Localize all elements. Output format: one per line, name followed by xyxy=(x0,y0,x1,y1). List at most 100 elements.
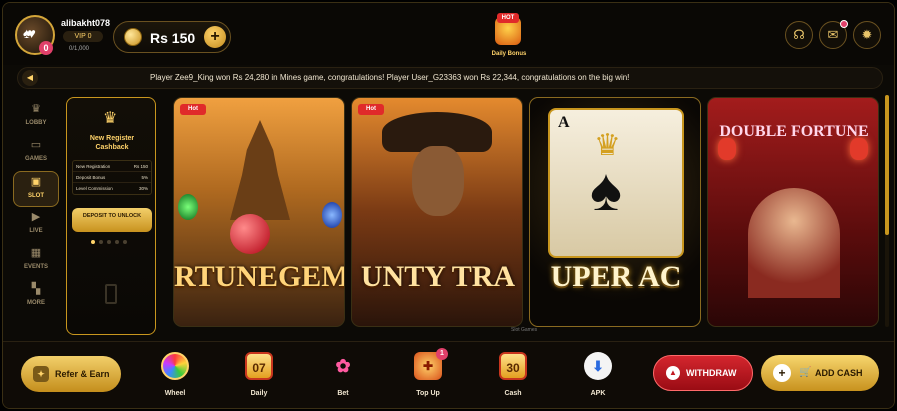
hot-badge: HOT xyxy=(497,13,519,23)
gear-icon: ✹ xyxy=(861,27,873,42)
sidebar-item-label: GAMES xyxy=(24,156,47,162)
megaphone-icon: ◀ xyxy=(22,70,38,86)
game-title: UPER AC xyxy=(550,260,682,293)
carousel-dots[interactable] xyxy=(91,240,127,244)
notification-badge: 1 xyxy=(436,348,448,360)
arrow-up-icon: ▲ xyxy=(666,366,680,380)
ace-letter: A xyxy=(558,114,570,131)
tool-label: Bet xyxy=(337,390,349,397)
hot-badge: Hot xyxy=(180,104,206,115)
calendar-icon: ▦ xyxy=(30,247,42,259)
slot-icon: ▣ xyxy=(30,176,42,188)
promo-row-value: 30% xyxy=(138,186,148,191)
winner-ticker: ◀ Player Zee9_King won Rs 24,280 in Mine… xyxy=(17,67,883,89)
promo-row-label: Level Commission xyxy=(76,186,113,191)
game-card-fortune-gems[interactable]: Hot RTUNEGEM xyxy=(173,97,345,327)
daily-bonus-label: Daily Bonus xyxy=(491,51,527,57)
daily-button[interactable]: 07 Daily xyxy=(239,350,279,406)
bottom-bar: ✦ Refer & Earn Wheel 07 Daily ✿ Bet ✚ 1 … xyxy=(3,341,894,408)
sidebar-item-events[interactable]: ▦ EVENTS xyxy=(13,243,59,279)
sidebar-item-lobby[interactable]: ♛ LOBBY xyxy=(13,99,59,135)
temple-art xyxy=(230,120,290,220)
balance-pill[interactable]: Rs 150 + xyxy=(113,21,231,53)
game-card-double-fortune[interactable]: DOUBLE FORTUNE xyxy=(707,97,879,327)
cowboy-face-art xyxy=(412,146,464,216)
blue-gem-art xyxy=(322,202,342,228)
sidebar-item-label: LOBBY xyxy=(25,120,47,126)
tool-label: APK xyxy=(590,390,606,397)
wheel-button[interactable]: Wheel xyxy=(155,350,195,406)
carousel-dot[interactable] xyxy=(107,240,111,244)
bet-icon: ✿ xyxy=(335,356,351,376)
vip-badge[interactable]: VIP 0 xyxy=(63,31,103,42)
cashback-promo-card[interactable]: ♛ New Register Cashback New Registration… xyxy=(66,97,156,335)
sidebar-item-more[interactable]: ▚ MORE xyxy=(13,279,59,315)
add-balance-button[interactable]: + xyxy=(204,26,226,48)
game-title: RTUNEGEM xyxy=(174,260,345,293)
scrollbar-thumb[interactable] xyxy=(885,95,889,235)
sidebar-item-label: MORE xyxy=(27,300,45,306)
tool-label: Daily xyxy=(250,390,268,397)
mail-icon: ✉ xyxy=(827,27,839,42)
bet-button[interactable]: ✿ Bet xyxy=(323,350,363,406)
carousel-dot[interactable] xyxy=(123,240,127,244)
username: alibakht078 xyxy=(61,18,111,28)
promo-row-label: New Registration xyxy=(76,164,111,169)
mail-button[interactable]: ✉ xyxy=(819,20,848,49)
game-title: DOUBLE FORTUNE xyxy=(719,124,869,140)
withdraw-label: WITHDRAW xyxy=(686,368,737,378)
refer-earn-button[interactable]: ✦ Refer & Earn xyxy=(21,356,121,392)
game-scrollbar[interactable] xyxy=(885,95,889,327)
top-up-button[interactable]: ✚ 1 Top Up xyxy=(408,348,448,406)
crown-icon: ♛ xyxy=(31,103,41,115)
grid-icon: ▚ xyxy=(31,283,41,295)
promo-table: New Registration Rs 150 Deposit Bonus 5%… xyxy=(72,160,152,195)
add-cash-label: ADD CASH xyxy=(815,368,863,378)
carousel-dot[interactable] xyxy=(91,240,95,244)
calendar-icon: 07 xyxy=(245,352,273,380)
add-cash-button[interactable]: + 🛒 ADD CASH xyxy=(761,355,879,391)
app-frame: ♠♥ 0 alibakht078 VIP 0 0/1,000 Rs 150 + … xyxy=(2,2,895,409)
withdraw-button[interactable]: ▲ WITHDRAW xyxy=(653,355,753,391)
green-gem-art xyxy=(178,194,198,220)
sidebar-item-live[interactable]: ▶ LIVE xyxy=(13,207,59,243)
game-card-super-ace[interactable]: A ♛ ♠ UPER AC xyxy=(529,97,701,327)
carousel-dot[interactable] xyxy=(115,240,119,244)
red-gem-art xyxy=(230,214,270,254)
game-card-bounty-trail[interactable]: Hot UNTY TRA xyxy=(351,97,523,327)
refer-earn-label: Refer & Earn xyxy=(55,369,110,379)
promo-row: Deposit Bonus 5% xyxy=(73,172,151,183)
tool-label: Top Up xyxy=(416,390,440,397)
deposit-to-unlock-button[interactable]: DEPOSIT TO UNLOCK xyxy=(72,208,152,232)
header: ♠♥ 0 alibakht078 VIP 0 0/1,000 Rs 150 + … xyxy=(3,3,894,65)
sidebar-item-label: SLOT xyxy=(28,193,44,199)
promo-title: New Register Cashback xyxy=(89,135,135,151)
avatar-badge: 0 xyxy=(39,41,53,55)
spade-icon: ♠ xyxy=(590,156,622,223)
promo-row-value: Rs 150 xyxy=(133,164,148,169)
lantern-art xyxy=(850,138,868,160)
promo-row: Level Commission 30% xyxy=(73,183,151,194)
carousel-dot[interactable] xyxy=(99,240,103,244)
support-button[interactable]: ☊ xyxy=(785,21,813,49)
apk-button[interactable]: ⬇ APK xyxy=(578,350,618,406)
plus-icon: + xyxy=(773,364,791,382)
headset-icon: ☊ xyxy=(793,27,805,42)
cards-icon: ♠♥ xyxy=(23,25,36,41)
gamepad-icon: ▭ xyxy=(30,139,42,151)
cash-button[interactable]: 30 Cash xyxy=(493,350,533,406)
daily-bonus-button[interactable]: HOT Daily Bonus xyxy=(487,11,531,61)
sidebar-item-games[interactable]: ▭ GAMES xyxy=(13,135,59,171)
sidebar-item-slot[interactable]: ▣ SLOT xyxy=(13,171,59,207)
crown-icon: ♛ xyxy=(103,110,118,127)
gift-icon: ✦ xyxy=(33,366,49,382)
hot-badge: Hot xyxy=(358,104,384,115)
promo-row: New Registration Rs 150 xyxy=(73,161,151,172)
tool-label: Wheel xyxy=(164,390,186,397)
sidebar: ♛ LOBBY ▭ GAMES ▣ SLOT ▶ LIVE ▦ EVENTS ▚… xyxy=(13,95,59,319)
notification-dot xyxy=(840,20,848,28)
settings-button[interactable]: ✹ xyxy=(853,21,881,49)
game-title: UNTY TRA xyxy=(360,260,516,293)
promo-row-value: 5% xyxy=(141,175,148,180)
lantern-art xyxy=(718,138,736,160)
